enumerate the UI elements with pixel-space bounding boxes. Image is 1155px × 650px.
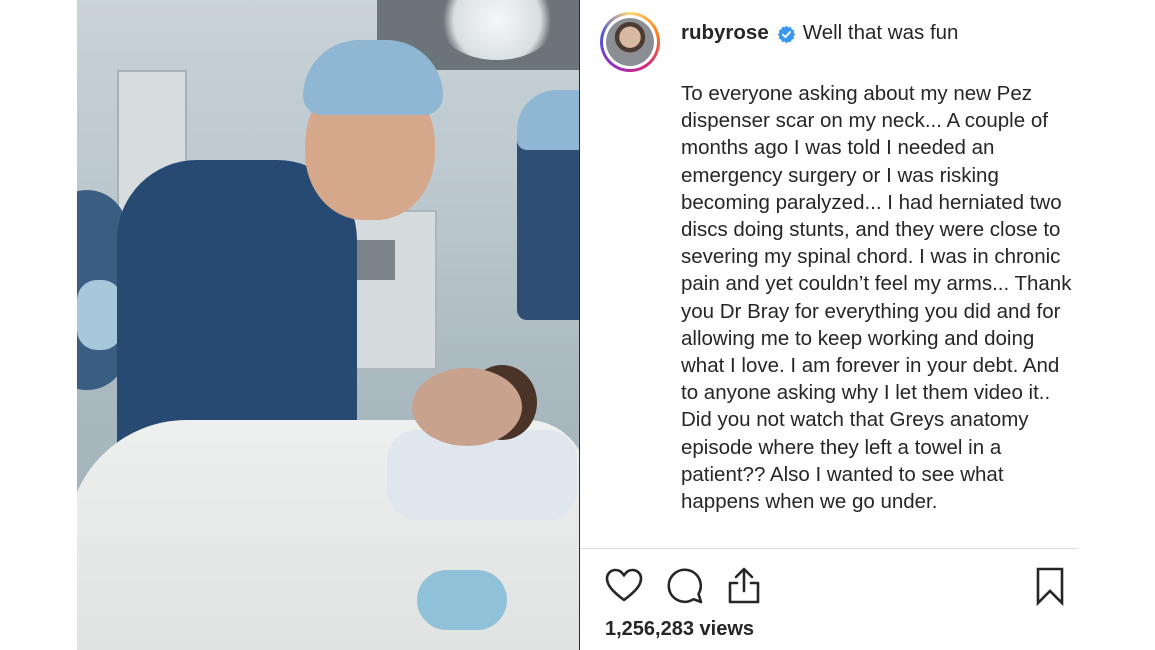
photo-left-mask bbox=[77, 280, 122, 350]
caption-header: rubyrose Well that was fun bbox=[681, 18, 1076, 48]
avatar-inner bbox=[603, 15, 657, 69]
views-count[interactable]: 1,256,283 views bbox=[605, 618, 754, 641]
photo-right-cap bbox=[517, 90, 579, 150]
caption-title: Well that was fun bbox=[802, 21, 959, 45]
photo-glove bbox=[417, 570, 507, 630]
avatar[interactable] bbox=[600, 12, 660, 72]
section-divider bbox=[580, 548, 1077, 549]
bookmark-icon[interactable] bbox=[1030, 566, 1070, 607]
post-caption: rubyrose Well that was fun To everyone a… bbox=[681, 18, 1076, 515]
photo-surgeon-body bbox=[117, 160, 357, 460]
username-link[interactable]: rubyrose bbox=[681, 19, 769, 46]
avatar-image bbox=[606, 18, 654, 66]
action-bar bbox=[604, 566, 1064, 607]
post-panel: rubyrose Well that was fun To everyone a… bbox=[579, 0, 1077, 650]
post-media-image[interactable] bbox=[77, 0, 579, 650]
verified-badge-icon bbox=[777, 24, 796, 43]
caption-body: To everyone asking about my new Pez disp… bbox=[681, 82, 1072, 514]
photo-patient-head bbox=[412, 368, 522, 446]
share-upload-icon[interactable] bbox=[724, 566, 764, 606]
heart-icon[interactable] bbox=[604, 566, 644, 606]
comment-bubble-icon[interactable] bbox=[665, 566, 705, 606]
